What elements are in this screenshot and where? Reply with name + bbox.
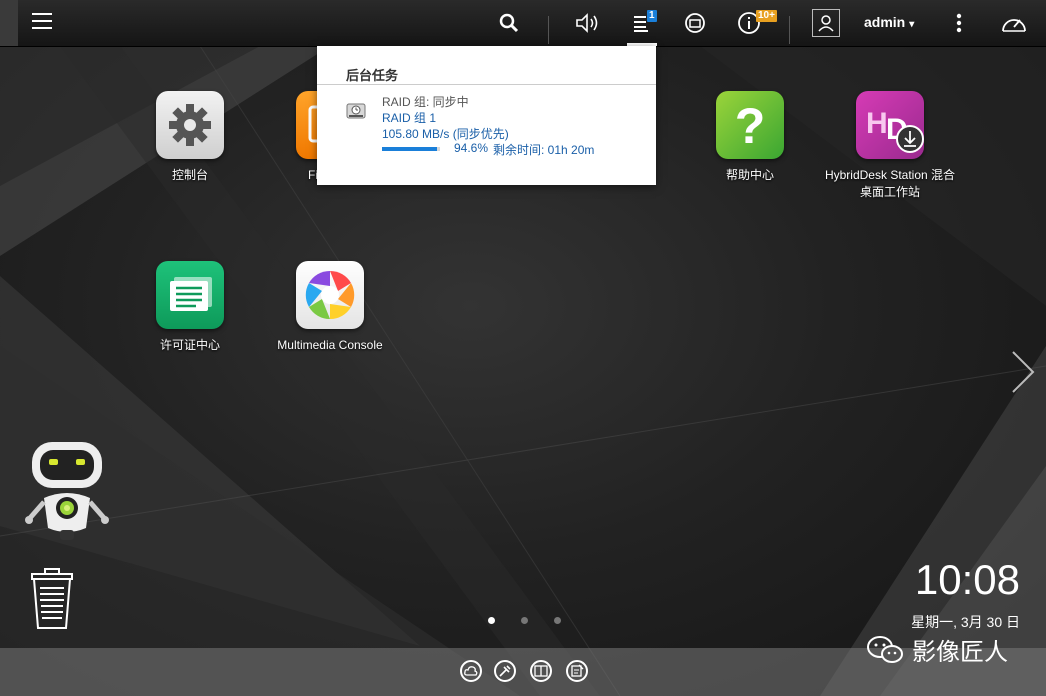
task-percent: 94.6% — [454, 141, 489, 155]
book-icon[interactable] — [530, 660, 552, 682]
more-options-icon[interactable] — [944, 8, 974, 38]
username: admin — [864, 14, 906, 30]
next-page-arrow-icon[interactable] — [1010, 350, 1036, 399]
top-bar: 1 10+ admin ▾ — [0, 0, 1046, 47]
cloud-icon[interactable] — [460, 660, 482, 682]
page-dot-2[interactable] — [521, 617, 528, 624]
app-label: HybridDesk Station 混合桌面工作站 — [824, 168, 956, 199]
watermark-text: 影像匠人 — [912, 639, 1008, 666]
search-icon[interactable] — [494, 8, 524, 38]
gear-icon — [156, 91, 224, 159]
chevron-down-icon: ▾ — [909, 19, 915, 30]
help-icon: ? — [716, 91, 784, 159]
user-menu[interactable]: admin ▾ — [864, 14, 914, 30]
info-icon[interactable]: 10+ — [734, 8, 777, 38]
notes-icon[interactable] — [566, 660, 588, 682]
task-status: RAID 组: 同步中 — [382, 95, 469, 109]
separator — [789, 16, 790, 44]
license-icon — [156, 261, 224, 329]
notifications-badge: 10+ — [756, 10, 777, 22]
page-dot-3[interactable] — [554, 617, 561, 624]
clock-date: 星期一, 3月 30 日 — [911, 614, 1020, 630]
app-label: 帮助中心 — [725, 168, 774, 182]
user-avatar-icon[interactable] — [812, 9, 840, 37]
task-name: RAID 组 1 — [382, 111, 437, 125]
tools-icon[interactable] — [494, 660, 516, 682]
svg-text:?: ? — [735, 98, 766, 154]
wechat-icon — [867, 635, 903, 663]
multimedia-icon — [296, 261, 364, 329]
watermark: 影像匠人 — [866, 632, 1008, 667]
page-dot-1[interactable] — [488, 617, 495, 624]
app-label: 控制台 — [171, 168, 208, 182]
progress-fill — [382, 147, 437, 151]
robot-assistant-icon[interactable] — [22, 438, 112, 547]
task-progress-bar — [382, 147, 440, 151]
app-label: 许可证中心 — [159, 338, 220, 352]
left-edge — [0, 0, 18, 46]
app-hybriddesk-station[interactable]: H D HybridDesk Station 混合桌面工作站 — [820, 91, 960, 201]
app-label: Multimedia Console — [277, 338, 383, 352]
divider — [317, 84, 656, 85]
app-license-center[interactable]: 许可证中心 — [120, 261, 260, 354]
volume-icon[interactable] — [573, 8, 603, 38]
clock-time: 10:08 — [914, 556, 1020, 603]
background-tasks-popup: 后台任务 RAID 组: 同步中 RAID 组 1 105.80 MB/s (同… — [317, 46, 656, 185]
app-control-panel[interactable]: 控制台 — [120, 91, 260, 184]
hybriddesk-icon: H D — [856, 91, 924, 159]
recycle-bin-icon[interactable] — [28, 568, 76, 635]
app-multimedia-console[interactable]: Multimedia Console — [260, 261, 400, 354]
raid-disk-icon — [346, 101, 366, 126]
dashboard-gauge-icon[interactable] — [999, 8, 1029, 38]
svg-text:H: H — [866, 107, 888, 140]
separator — [548, 16, 549, 44]
sync-icon[interactable] — [680, 8, 710, 38]
task-remaining-time: 剩余时间: 01h 20m — [493, 143, 595, 157]
background-tasks-icon[interactable]: 1 — [627, 8, 657, 38]
app-help-center[interactable]: ? 帮助中心 — [680, 91, 820, 184]
popup-title: 后台任务 — [346, 68, 399, 83]
task-speed: 105.80 MB/s (同步优先) — [382, 127, 509, 141]
tasks-badge: 1 — [647, 10, 657, 22]
main-menu-button[interactable] — [20, 8, 60, 38]
